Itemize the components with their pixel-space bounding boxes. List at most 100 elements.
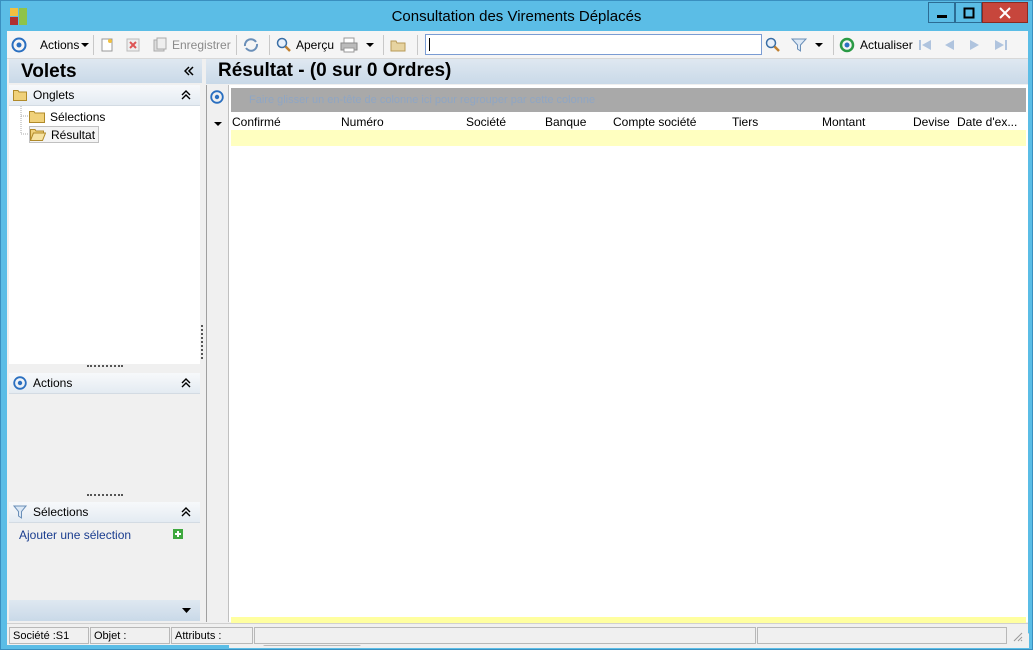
status-bar: Société :S1 Objet : Attributs : [7,623,1028,645]
tabs-section-label: Onglets [33,88,75,102]
column-header-banque[interactable]: Banque [545,115,586,129]
status-empty-cell [757,627,1007,644]
delete-button[interactable] [125,34,141,56]
collapse-section-icon[interactable] [181,507,191,517]
maximize-button[interactable] [955,2,982,23]
refresh-button[interactable]: Actualiser [839,34,913,56]
last-page-button[interactable] [993,34,1009,56]
search-input[interactable] [425,34,762,55]
status-attributes: Attributs : [171,627,253,644]
folder-icon [13,90,27,101]
tabs-section-header[interactable]: Onglets [9,85,200,106]
collapse-section-icon[interactable] [181,378,191,388]
close-icon [999,6,1011,19]
filter-icon [13,505,27,519]
column-header-date-execution[interactable]: Date d'ex... [957,115,1017,129]
filter-icon [791,38,807,52]
dropdown-arrow-icon [366,43,374,47]
chevron-down-icon[interactable] [182,608,191,614]
target-icon [13,376,27,390]
toolbar: Actions Enregistrer Aperçu Actualiser [7,31,1028,59]
resize-grip-icon[interactable] [1013,632,1023,642]
result-header: Résultat - (0 sur 0 Ordres) [206,59,1028,84]
group-by-area[interactable]: Faire glisser un en-tête de colonne ici … [231,88,1026,112]
preview-label: Aperçu [296,38,335,52]
preview-button[interactable]: Aperçu [276,34,334,56]
filter-button[interactable] [791,34,823,56]
magnifier-icon [765,37,780,52]
filter-row[interactable] [231,130,1026,146]
open-folder-button[interactable] [390,34,406,56]
new-document-icon [101,38,113,52]
magnifier-icon [276,37,291,52]
folder-icon [390,40,406,52]
close-button[interactable] [982,2,1028,23]
status-object: Objet : [90,627,170,644]
main-content: Résultat - (0 sur 0 Ordres) Faire glisse… [206,59,1029,648]
print-button[interactable] [340,34,374,56]
panel-footer[interactable] [9,600,200,621]
refresh-icon [839,37,855,53]
column-header-montant[interactable]: Montant [822,115,865,129]
minimize-button[interactable] [928,2,955,23]
column-header-compte-societe[interactable]: Compte société [613,115,696,129]
target-button[interactable] [11,34,27,56]
dropdown-arrow-icon [815,43,823,47]
tree-item-selections[interactable]: Sélections [29,108,105,125]
add-selection-link[interactable]: Ajouter une sélection [19,528,131,542]
tree-item-label: Résultat [51,127,96,142]
vertical-splitter-handle[interactable] [201,325,203,359]
save-icon [153,37,167,52]
previous-page-button[interactable] [942,34,956,56]
text-caret [429,38,430,51]
column-header-confirme[interactable]: Confirmé [232,115,281,129]
target-icon [11,37,27,53]
tabs-tree: Sélections Résultat [9,106,200,364]
client-area: Actions Enregistrer Aperçu Actualiser Vo… [7,31,1029,648]
maximize-icon [963,7,974,18]
tree-item-resultat[interactable]: Résultat [29,126,100,143]
title-bar[interactable]: Consultation des Virements Déplacés [1,1,1032,31]
printer-icon [340,37,358,53]
new-button[interactable] [99,34,115,56]
sync-button[interactable] [242,34,260,56]
application-window: Consultation des Virements Déplacés Acti… [0,0,1033,650]
target-icon[interactable] [210,90,224,104]
selections-section-label: Sélections [33,505,89,519]
selections-section-header[interactable]: Sélections [9,502,200,523]
folder-icon [29,111,45,123]
splitter-handle[interactable] [87,365,123,368]
delete-icon [126,38,140,52]
panels-header: Volets [9,59,202,83]
collapse-panel-icon[interactable] [184,66,194,76]
result-title: Résultat - (0 sur 0 Ordres) [218,60,452,81]
row-selector-column [207,85,229,644]
column-header-tiers[interactable]: Tiers [732,115,758,129]
tree-item-label: Sélections [50,109,106,124]
collapse-section-icon[interactable] [181,90,191,100]
window-title: Consultation des Virements Déplacés [391,8,642,25]
splitter-handle[interactable] [87,494,123,497]
actions-section-header[interactable]: Actions [9,373,200,394]
refresh-label: Actualiser [860,38,913,52]
first-page-icon [919,40,931,50]
column-header-devise[interactable]: Devise [913,115,950,129]
column-headers: Confirmé Numéro Société Banque Compte so… [231,113,1026,130]
result-grid: Faire glisser un en-tête de colonne ici … [206,85,1029,648]
column-header-societe[interactable]: Société [466,115,506,129]
dropdown-arrow-icon [81,43,90,47]
open-folder-icon [30,129,46,141]
next-page-icon [970,40,979,50]
next-page-button[interactable] [968,34,982,56]
first-page-button[interactable] [917,34,933,56]
actions-menu-label: Actions [40,38,80,52]
actions-menu-button[interactable]: Actions [40,34,90,56]
status-empty-cell [254,627,756,644]
search-button[interactable] [765,34,781,56]
actions-section-label: Actions [33,376,73,390]
add-icon[interactable] [173,529,183,539]
save-label: Enregistrer [172,38,231,52]
save-button[interactable]: Enregistrer [152,34,231,56]
column-header-numero[interactable]: Numéro [341,115,384,129]
column-chooser-icon[interactable] [214,121,222,127]
